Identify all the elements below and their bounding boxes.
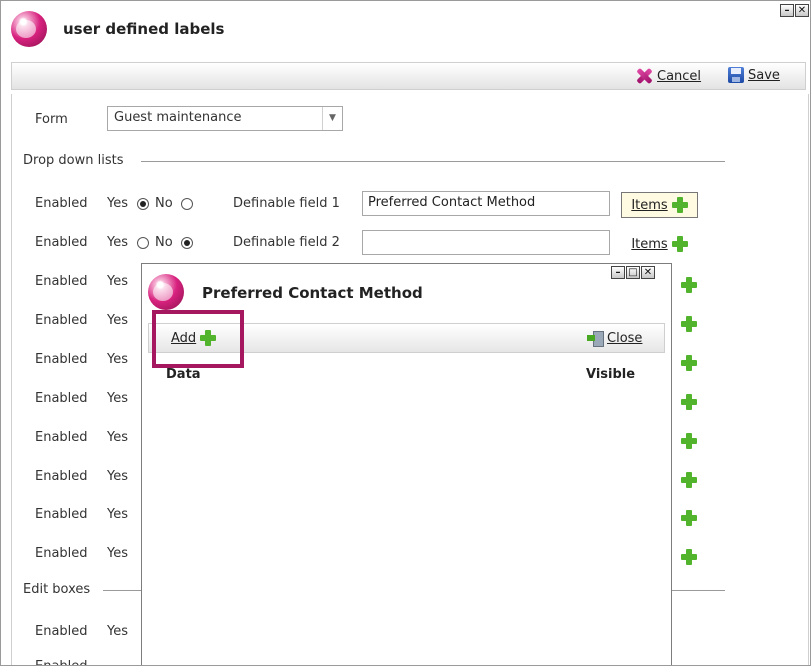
add-icon (671, 197, 688, 213)
enabled-yes-radio[interactable] (137, 198, 149, 210)
close-window-button[interactable]: ✕ (795, 4, 809, 17)
yes-label: Yes (107, 196, 128, 211)
add-icon[interactable] (681, 394, 697, 410)
enabled-label: Enabled (35, 352, 88, 367)
minimize-button[interactable]: – (780, 4, 794, 17)
definable-field-input[interactable] (362, 230, 610, 255)
definable-field-label: Definable field 1 (233, 196, 340, 211)
enabled-yes-radio[interactable] (137, 237, 149, 249)
yes-label: Yes (107, 313, 128, 328)
yes-label: Yes (107, 546, 128, 561)
add-icon[interactable] (681, 510, 697, 526)
yes-label: Yes (107, 391, 128, 406)
no-label: No (155, 235, 173, 250)
items-button[interactable]: Items (621, 231, 698, 257)
items-label: Items (631, 236, 668, 252)
add-button[interactable]: Add (171, 330, 217, 346)
enabled-label: Enabled (35, 313, 88, 328)
close-button[interactable]: Close (587, 330, 643, 347)
add-icon[interactable] (681, 472, 697, 488)
window-controls: – ✕ (780, 4, 809, 17)
no-label: No (155, 196, 173, 211)
enabled-label: Enabled (35, 624, 88, 639)
cancel-icon (635, 67, 653, 85)
enabled-label: Enabled (35, 469, 88, 484)
form-select[interactable]: Guest maintenance ▼ (107, 106, 343, 131)
dialog-window-controls: – □ ✕ (611, 266, 655, 279)
add-icon[interactable] (681, 277, 697, 293)
items-button[interactable]: Items (621, 192, 698, 218)
maximize-button[interactable]: □ (626, 266, 640, 279)
enabled-label: Enabled (35, 546, 88, 561)
minimize-button[interactable]: – (611, 266, 625, 279)
enabled-label: Enabled (35, 659, 88, 665)
enabled-no-radio[interactable] (181, 198, 193, 210)
section-drop-down-lists: Drop down lists (23, 153, 124, 168)
dialog-title: Preferred Contact Method (202, 284, 423, 302)
add-icon (671, 236, 688, 252)
yes-label: Yes (107, 235, 128, 250)
dialog-toolbar: Add Close (148, 323, 665, 353)
yes-label: Yes (107, 469, 128, 484)
enabled-label: Enabled (35, 235, 88, 250)
definable-field-input[interactable]: Preferred Contact Method (362, 191, 610, 216)
cancel-button[interactable]: Cancel (635, 67, 701, 85)
enabled-label: Enabled (35, 430, 88, 445)
exit-door-icon (587, 330, 604, 347)
chevron-down-icon[interactable]: ▼ (322, 107, 342, 130)
add-icon[interactable] (681, 316, 697, 332)
save-label: Save (748, 67, 780, 83)
app-logo-icon (11, 11, 47, 47)
add-icon[interactable] (681, 433, 697, 449)
yes-label: Yes (107, 274, 128, 289)
definable-field-label: Definable field 2 (233, 235, 340, 250)
yes-label: Yes (107, 507, 128, 522)
yes-label: Yes (107, 352, 128, 367)
save-button[interactable]: Save (728, 67, 780, 83)
window-title: user defined labels (63, 20, 225, 38)
app-logo-icon (148, 274, 184, 310)
close-window-button[interactable]: ✕ (641, 266, 655, 279)
enabled-label: Enabled (35, 274, 88, 289)
close-label: Close (607, 330, 643, 346)
save-icon (728, 67, 744, 83)
add-icon[interactable] (681, 549, 697, 565)
enabled-label: Enabled (35, 507, 88, 522)
add-icon (200, 330, 217, 346)
add-icon[interactable] (681, 355, 697, 371)
enabled-no-radio[interactable] (181, 237, 193, 249)
section-divider (141, 161, 725, 162)
items-dialog: Preferred Contact Method – □ ✕ Add Close… (141, 263, 672, 665)
enabled-label: Enabled (35, 391, 88, 406)
section-edit-boxes: Edit boxes (23, 582, 91, 597)
add-label: Add (171, 330, 197, 346)
column-header-data: Data (166, 367, 201, 382)
form-select-value: Guest maintenance (114, 110, 242, 125)
yes-label: Yes (107, 624, 128, 639)
column-header-visible: Visible (586, 367, 636, 382)
items-label: Items (631, 197, 668, 213)
main-window: user defined labels – ✕ Cancel Save Form… (0, 0, 811, 666)
enabled-label: Enabled (35, 196, 88, 211)
form-label: Form (35, 112, 68, 127)
main-toolbar: Cancel Save (11, 62, 806, 90)
yes-label: Yes (107, 430, 128, 445)
cancel-label: Cancel (657, 68, 702, 84)
